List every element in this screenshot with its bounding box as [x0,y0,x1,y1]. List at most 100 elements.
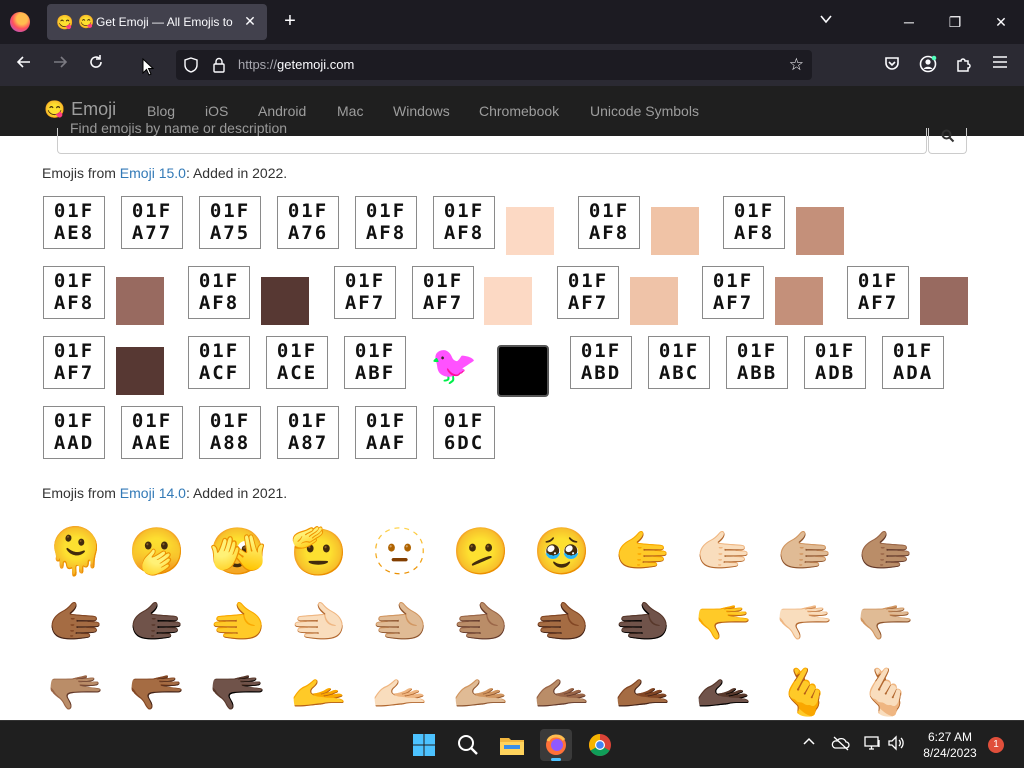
notification-badge[interactable]: 1 [988,737,1004,753]
emoji-missing-glyph[interactable]: 01F ADB [804,336,866,389]
tracking-protection-shield-icon[interactable] [184,57,198,73]
app-menu-icon[interactable] [990,55,1010,75]
skin-tone-swatch[interactable] [796,207,844,255]
emoji-missing-glyph[interactable]: 01F 6DC [433,406,495,459]
emoji-icon[interactable]: 🫱🏿 [126,591,188,653]
nav-link-unicode-symbols[interactable]: Unicode Symbols [590,103,699,119]
taskbar-clock[interactable]: 6:27 AM 8/24/2023 [918,729,982,761]
emoji-missing-glyph[interactable]: 01F AF7 [847,266,909,319]
forward-button[interactable] [48,53,72,77]
window-restore-button[interactable]: ❐ [932,0,978,44]
emoji-missing-glyph[interactable]: 01F AAD [43,406,105,459]
skin-tone-swatch[interactable] [775,277,823,325]
bookmark-star-icon[interactable]: ☆ [789,55,804,75]
emoji-missing-glyph[interactable]: 01F ABD [570,336,632,389]
nav-link-android[interactable]: Android [258,103,306,119]
tab-getemoji[interactable]: 😋 😋 Get Emoji — All Emojis to ✕ [47,4,267,40]
skin-tone-swatch[interactable] [920,277,968,325]
emoji-missing-glyph[interactable]: 01F AF8 [433,196,495,249]
emoji-missing-glyph[interactable]: 01F ACE [266,336,328,389]
emoji-icon[interactable]: 🫴🏼 [450,661,512,720]
emoji-missing-glyph[interactable]: 01F AF8 [355,196,417,249]
window-close-button[interactable]: ✕ [978,0,1024,44]
emoji-icon[interactable]: 🫴🏿 [693,661,755,720]
emoji-icon[interactable]: 🫲🏻 [288,591,350,653]
skin-tone-swatch[interactable] [651,207,699,255]
search-input[interactable]: Find emojis by name or description [57,120,927,154]
emoji-icon[interactable]: 🫱🏻 [693,520,755,582]
window-minimize-button[interactable]: ─ [886,0,932,44]
emoji-icon[interactable]: 🫲🏿 [612,591,674,653]
url-bar[interactable]: https://getemoji.com ☆ [176,50,812,80]
emoji-missing-glyph[interactable]: 01F A76 [277,196,339,249]
reload-button[interactable] [84,53,108,77]
emoji-icon[interactable]: 🫠 [45,520,107,582]
chrome-taskbar-button[interactable] [584,729,616,761]
emoji-icon[interactable]: 🫴🏻 [369,661,431,720]
emoji-missing-glyph[interactable]: 01F AF8 [43,266,105,319]
emoji-icon[interactable]: 🫳🏿 [207,661,269,720]
emoji-missing-glyph[interactable]: 01F A87 [277,406,339,459]
taskbar-search-button[interactable] [452,729,484,761]
new-tab-button[interactable]: + [280,10,300,34]
emoji-icon[interactable]: 🫳 [693,591,755,653]
emoji-icon[interactable]: 🫲 [207,591,269,653]
emoji-missing-glyph[interactable]: 01F A88 [199,406,261,459]
emoji-icon[interactable]: 🫱🏼 [774,520,836,582]
emoji-icon[interactable]: 🫱🏽 [855,520,917,582]
site-brand[interactable]: 😋 Emoji [44,99,116,120]
emoji-missing-glyph[interactable]: 01F ABB [726,336,788,389]
nav-link-ios[interactable]: iOS [205,103,228,119]
skin-tone-swatch[interactable] [116,347,164,395]
emoji-icon[interactable]: 🫰🏻 [855,661,917,720]
extensions-icon[interactable] [954,55,974,75]
account-icon[interactable] [918,55,938,75]
emoji-missing-glyph[interactable]: 01F AF8 [578,196,640,249]
emoji-icon[interactable]: 🫴🏾 [612,661,674,720]
emoji-missing-glyph[interactable]: 01F A75 [199,196,261,249]
emoji-icon[interactable]: 🫴 [288,661,350,720]
emoji-missing-glyph[interactable]: 01F AF7 [43,336,105,389]
emoji-15-link[interactable]: Emoji 15.0 [120,165,186,181]
nav-link-blog[interactable]: Blog [147,103,175,119]
pocket-icon[interactable] [882,55,902,75]
emoji-icon[interactable]: 🫥 [369,520,431,582]
skin-tone-swatch[interactable] [484,277,532,325]
file-explorer-button[interactable] [496,729,528,761]
skin-tone-swatch[interactable] [630,277,678,325]
search-button[interactable] [928,128,967,154]
emoji-icon[interactable]: 🫳🏼 [855,591,917,653]
onedrive-offline-icon[interactable] [830,735,852,757]
emoji-icon[interactable]: 🫴🏽 [531,661,593,720]
list-all-tabs-icon[interactable] [816,12,836,32]
emoji-icon[interactable]: 🥹 [531,520,593,582]
skin-tone-swatch[interactable] [261,277,309,325]
emoji-missing-glyph[interactable]: 01F AAF [355,406,417,459]
emoji-missing-glyph[interactable]: 01F AAE [121,406,183,459]
volume-icon[interactable] [886,735,906,757]
emoji-icon[interactable]: 🫲🏽 [450,591,512,653]
emoji-missing-glyph[interactable]: 01F ACF [188,336,250,389]
emoji-missing-glyph[interactable]: 01F AF8 [188,266,250,319]
nav-link-windows[interactable]: Windows [393,103,450,119]
lock-icon[interactable] [212,57,226,73]
emoji-icon[interactable]: 🫢 [126,520,188,582]
emoji-icon[interactable]: 🫳🏽 [45,661,107,720]
emoji-icon[interactable]: 🫱🏾 [45,591,107,653]
emoji-icon[interactable]: 🫰 [774,661,836,720]
emoji-missing-glyph[interactable]: 01F AE8 [43,196,105,249]
emoji-icon[interactable]: 🫣 [207,520,269,582]
skin-tone-swatch[interactable] [506,207,554,255]
emoji-icon[interactable]: 🫱 [612,520,674,582]
emoji-missing-glyph[interactable]: 01F AF7 [334,266,396,319]
emoji-missing-glyph[interactable]: 01F ADA [882,336,944,389]
nav-link-chromebook[interactable]: Chromebook [479,103,559,119]
emoji-missing-glyph[interactable]: 01F A77 [121,196,183,249]
tab-close-icon[interactable]: ✕ [241,12,259,30]
emoji-missing-glyph[interactable]: 01F AF7 [412,266,474,319]
url-text[interactable]: https://getemoji.com [238,57,354,72]
emoji-icon[interactable]: 🫲🏾 [531,591,593,653]
start-button[interactable] [408,729,440,761]
emoji-icon[interactable]: 🫳🏻 [774,591,836,653]
emoji-icon[interactable]: 🫲🏼 [369,591,431,653]
